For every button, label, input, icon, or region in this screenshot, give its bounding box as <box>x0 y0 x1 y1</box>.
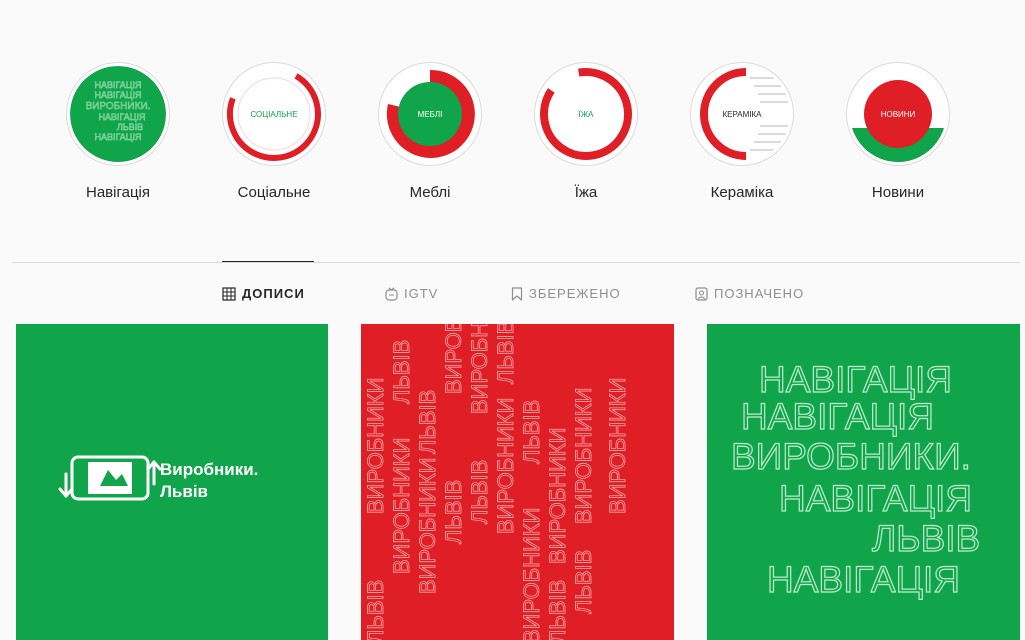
pattern-word: ВИРОБНИКИ <box>467 324 492 414</box>
cover-line: НАВІГАЦІЯ <box>95 132 142 142</box>
highlight-furniture[interactable]: МЕБЛІ Меблі <box>365 62 495 201</box>
tagged-icon <box>695 286 708 301</box>
story-highlights: НАВІГАЦІЯ НАВІГАЦІЯ ВИРОБНИКИ. НАВІГАЦІЯ… <box>0 62 1025 222</box>
headline-line: НАВІГАЦІЯ <box>779 478 972 519</box>
cover-title: КЕРАМІКА <box>722 110 762 119</box>
highlight-ceramics[interactable]: КЕРАМІКА Кераміка <box>677 62 807 201</box>
tab-posts[interactable]: ДОПИСИ <box>222 286 305 301</box>
pattern-word: ВИРОБНИКИ <box>415 457 440 594</box>
cover-line: ВИРОБНИКИ. <box>86 101 151 112</box>
pattern-word: ВИРОБНИКИ <box>441 324 466 394</box>
pattern-word: ВИРОБНИКИ <box>363 377 388 514</box>
cover-line: НАВІГАЦІЯ <box>99 112 146 122</box>
headline-line: НАВІГАЦІЯ <box>759 359 952 400</box>
pattern-word: ЛЬВІВ <box>363 580 388 640</box>
headline-line: НАВІГАЦІЯ <box>767 559 960 600</box>
highlight-cover[interactable]: СОЦІАЛЬНЕ <box>222 62 326 166</box>
tab-label: ПОЗНАЧЕНО <box>714 286 805 301</box>
highlight-cover[interactable]: НОВИНИ <box>846 62 950 166</box>
bookmark-icon <box>511 286 523 301</box>
headline-line: НАВІГАЦІЯ <box>741 396 934 437</box>
headline-line: ЛЬВІВ <box>872 518 980 559</box>
cover-title: СОЦІАЛЬНЕ <box>250 110 297 119</box>
post-tile[interactable]: НАВІГАЦІЯ НАВІГАЦІЯ ВИРОБНИКИ. НАВІГАЦІЯ… <box>707 324 1020 640</box>
pattern-word: ЛЬВІВ <box>441 480 466 544</box>
post-tile[interactable]: ВИРОБНИКИ ЛЬВІВ ВИРОБНИКИ ЛЬВІВ ЛЬВІВ ВИ… <box>361 324 674 640</box>
tab-saved[interactable]: ЗБЕРЕЖЕНО <box>511 286 621 301</box>
highlight-label: Меблі <box>409 184 451 201</box>
pattern-word: ЛЬВІВ <box>493 324 518 384</box>
highlight-news[interactable]: НОВИНИ Новини <box>833 62 963 201</box>
cover-line: ЛЬВІВ <box>117 122 143 132</box>
tab-label: ДОПИСИ <box>242 286 305 301</box>
pattern-word: ВИРОБНИКИ <box>389 437 414 574</box>
headline-line: ВИРОБНИКИ. <box>731 436 971 477</box>
posts-grid: Виробники. Львів ВИРОБНИКИ ЛЬВІВ ВИРОБНИ… <box>0 324 1025 640</box>
active-tab-indicator <box>222 261 314 262</box>
highlight-label: Новини <box>871 184 925 201</box>
highlight-social[interactable]: СОЦІАЛЬНЕ Соціальне <box>209 62 339 201</box>
highlight-label: Соціальне <box>237 184 311 201</box>
cover-title: МЕБЛІ <box>418 110 443 119</box>
grid-icon <box>222 286 236 301</box>
brand-name-line: Виробники. <box>160 460 258 479</box>
highlight-food[interactable]: ЇЖА Їжа <box>521 62 651 201</box>
pattern-word: ВИРОБНИКИ <box>545 427 570 564</box>
pattern-word: ЛЬВІВ <box>467 460 492 524</box>
igtv-icon <box>385 287 398 301</box>
highlight-cover[interactable]: МЕБЛІ <box>378 62 482 166</box>
cover-line: НАВІГАЦІЯ <box>95 90 142 100</box>
pattern-word: ЛЬВІВ <box>545 580 570 640</box>
tab-tagged[interactable]: ПОЗНАЧЕНО <box>695 286 804 301</box>
highlight-cover[interactable]: ЇЖА <box>534 62 638 166</box>
pattern-word: ВИРОБНИКИ <box>493 397 518 534</box>
cover-line: НАВІГАЦІЯ <box>95 80 142 90</box>
pattern-word: ВИРОБНИКИ <box>605 377 630 514</box>
cover-title: НОВИНИ <box>881 110 916 119</box>
tab-igtv[interactable]: IGTV <box>385 286 438 301</box>
pattern-word: ВИРОБНИКИ <box>519 507 544 640</box>
highlight-label: Навігація <box>85 184 150 201</box>
highlight-navigation[interactable]: НАВІГАЦІЯ НАВІГАЦІЯ ВИРОБНИКИ. НАВІГАЦІЯ… <box>53 62 183 201</box>
pattern-word: ЛЬВІВ <box>415 390 440 454</box>
highlight-cover[interactable]: НАВІГАЦІЯ НАВІГАЦІЯ ВИРОБНИКИ. НАВІГАЦІЯ… <box>66 62 170 166</box>
highlight-label: Їжа <box>574 184 598 201</box>
pattern-word: ВИРОБНИКИ <box>571 387 596 524</box>
pattern-word: ЛЬВІВ <box>519 400 544 464</box>
tab-label: ЗБЕРЕЖЕНО <box>529 286 621 301</box>
section-divider <box>12 262 1020 263</box>
cover-title: ЇЖА <box>579 110 595 119</box>
brand-name-line: Львів <box>160 482 208 501</box>
pattern-word: ЛЬВІВ <box>571 550 596 614</box>
highlight-label: Кераміка <box>710 184 774 201</box>
pattern-word: ЛЬВІВ <box>389 340 414 404</box>
profile-tabs: ДОПИСИ IGTV ЗБЕРЕЖЕНО ПОЗНАЧЕНО <box>0 286 1025 306</box>
highlight-cover[interactable]: КЕРАМІКА <box>690 62 794 166</box>
post-tile[interactable]: Виробники. Львів <box>16 324 328 640</box>
tab-label: IGTV <box>404 286 439 301</box>
